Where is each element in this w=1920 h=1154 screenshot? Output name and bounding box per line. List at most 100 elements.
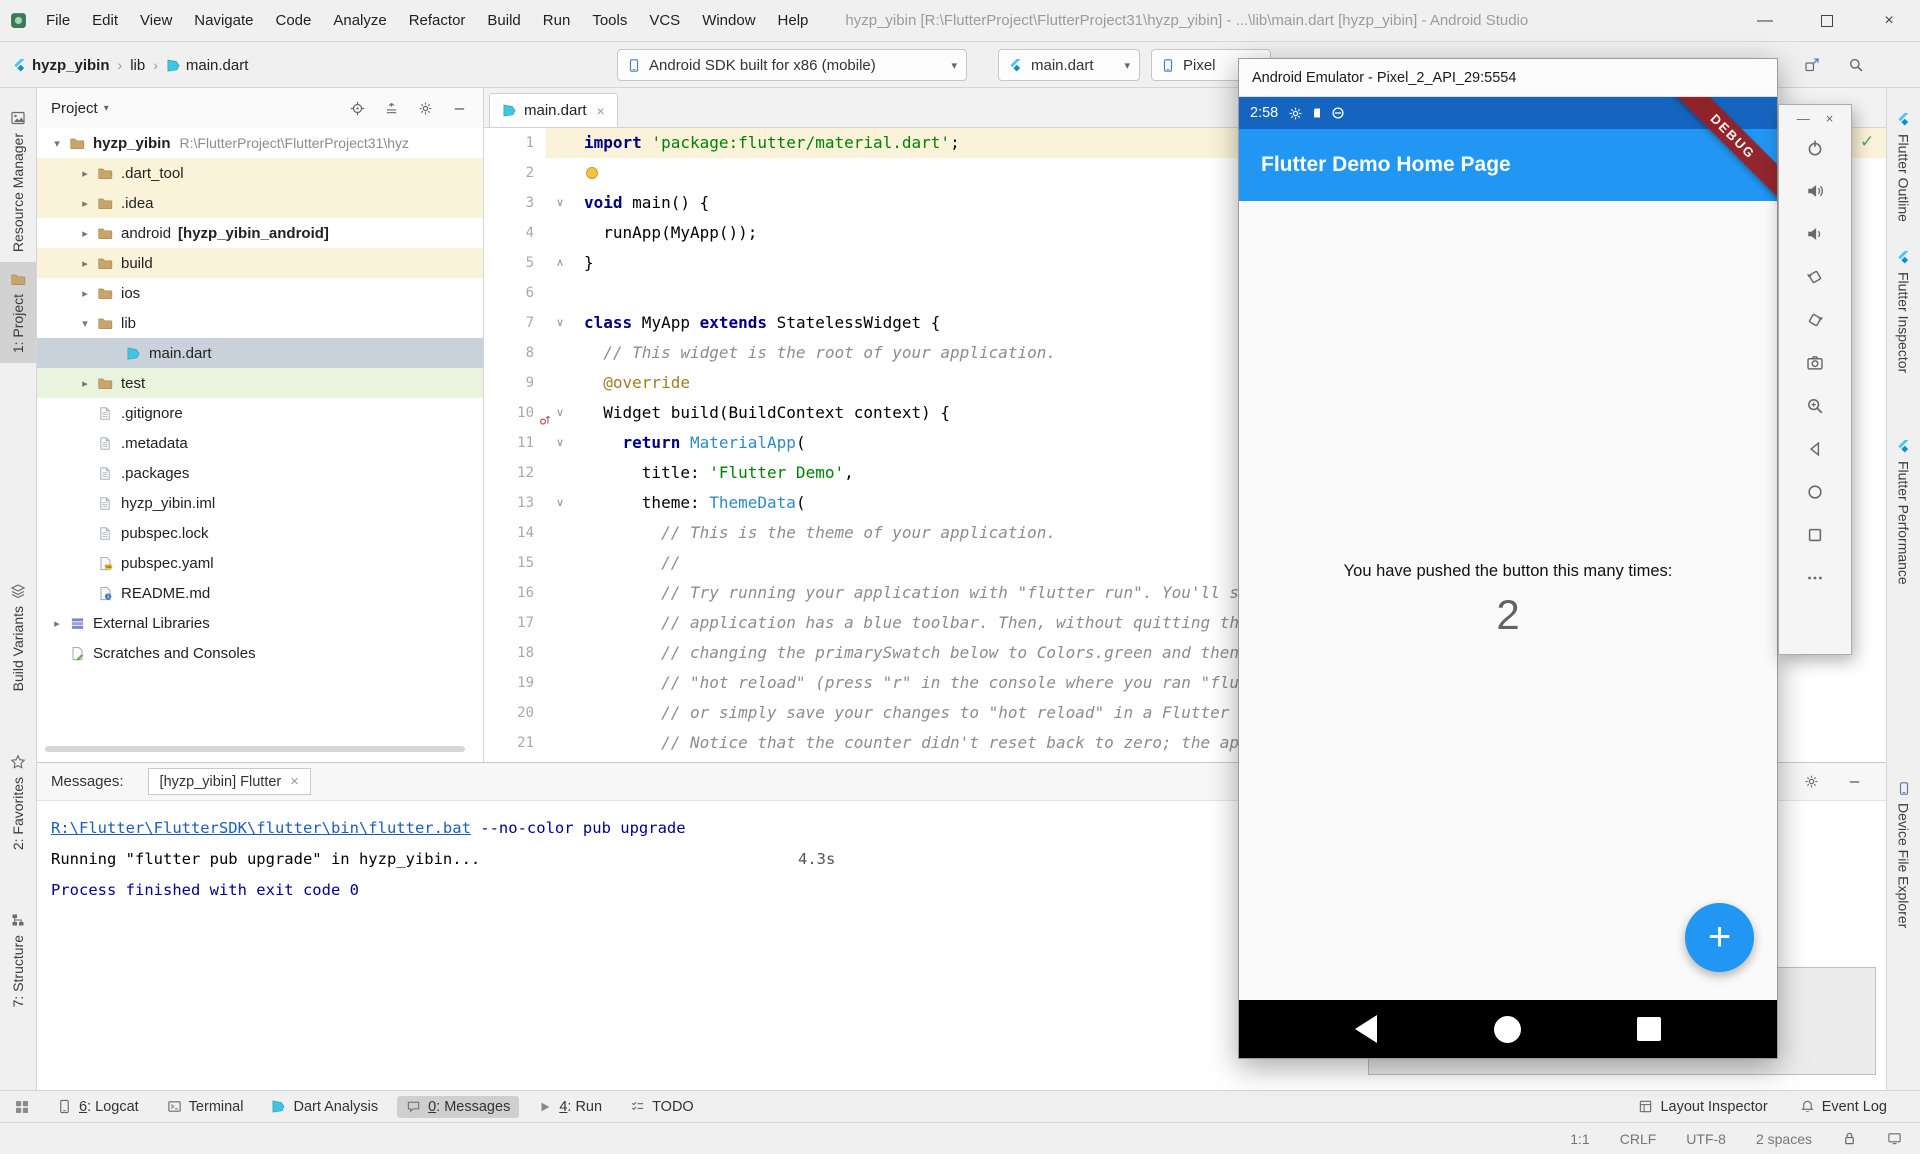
tree-item-idea[interactable]: ▸.idea (37, 188, 483, 218)
tree-item-lib[interactable]: ▾lib (37, 308, 483, 338)
more-button[interactable] (1801, 564, 1829, 592)
menu-refactor[interactable]: Refactor (398, 0, 477, 42)
tab-main-dart[interactable]: main.dart × (489, 93, 618, 127)
run-config-selector[interactable]: main.dart ▾ (998, 49, 1140, 81)
caret-position[interactable]: 1:1 (1570, 1131, 1589, 1147)
menu-tools[interactable]: Tools (581, 0, 638, 42)
back-button[interactable] (1801, 435, 1829, 463)
chevron-icon[interactable]: ▸ (75, 377, 95, 390)
hide-icon[interactable] (452, 101, 467, 116)
tree-item-metadata[interactable]: .metadata (37, 428, 483, 458)
tree-item-main-dart[interactable]: main.dart (37, 338, 483, 368)
nav-back-button[interactable] (1355, 1015, 1377, 1043)
breadcrumb-item-main-dart[interactable]: main.dart (166, 57, 249, 74)
tree-item-ios[interactable]: ▸ios (37, 278, 483, 308)
tree-item-pubspec-yaml[interactable]: YMLpubspec.yaml (37, 548, 483, 578)
search-icon[interactable] (1844, 53, 1868, 77)
breadcrumb-item-hyzp-yibin[interactable]: hyzp_yibin (12, 57, 110, 74)
fab-add-button[interactable]: + (1685, 903, 1754, 972)
menu-vcs[interactable]: VCS (638, 0, 691, 42)
menu-help[interactable]: Help (767, 0, 820, 42)
menu-edit[interactable]: Edit (81, 0, 129, 42)
chevron-icon[interactable]: ▸ (75, 167, 95, 180)
toolwindow-messages[interactable]: 0: Messages (397, 1096, 519, 1118)
fold-marker-icon[interactable]: ∧ (556, 248, 564, 278)
zoom-button[interactable] (1801, 392, 1829, 420)
toolwindow-dart-analysis[interactable]: Dart Analysis (262, 1096, 387, 1118)
rotate-left-button[interactable] (1801, 263, 1829, 291)
settings-gear-icon[interactable] (1804, 774, 1819, 789)
tree-item-android[interactable]: ▸android[hyzp_yibin_android] (37, 218, 483, 248)
tree-item-packages[interactable]: .packages (37, 458, 483, 488)
nav-overview-button[interactable] (1637, 1017, 1661, 1041)
inspections-ok-icon[interactable]: ✓ (1860, 132, 1874, 152)
tree-item-build[interactable]: ▸build (37, 248, 483, 278)
menu-run[interactable]: Run (532, 0, 582, 42)
horizontal-scrollbar[interactable] (45, 746, 465, 752)
chevron-icon[interactable]: ▾ (47, 137, 67, 150)
device-selector[interactable]: Android SDK built for x86 (mobile) ▾ (617, 49, 967, 81)
volume-up-button[interactable] (1801, 177, 1829, 205)
close-button[interactable]: × (1858, 0, 1920, 42)
fold-marker-icon[interactable]: ∨ (556, 398, 564, 428)
tree-item-external-libraries[interactable]: ▸External Libraries (37, 608, 483, 638)
tree-item-pubspec-lock[interactable]: pubspec.lock (37, 518, 483, 548)
chevron-icon[interactable]: ▸ (75, 287, 95, 300)
fold-marker-icon[interactable]: ∨ (556, 488, 564, 518)
indent-setting[interactable]: 2 spaces (1756, 1131, 1812, 1147)
menu-code[interactable]: Code (264, 0, 322, 42)
menu-build[interactable]: Build (476, 0, 531, 42)
tree-item-hyzp-yibin-iml[interactable]: hyzp_yibin.iml (37, 488, 483, 518)
console-file-link[interactable]: R:\Flutter\FlutterSDK\flutter\bin\flutte… (51, 819, 471, 837)
emulator-title-bar[interactable]: Android Emulator - Pixel_2_API_29:5554 (1239, 59, 1777, 97)
menu-window[interactable]: Window (691, 0, 766, 42)
tree-item-dart-tool[interactable]: ▸.dart_tool (37, 158, 483, 188)
menu-view[interactable]: View (129, 0, 183, 42)
toolwindow-button-build-variants[interactable]: Build Variants (0, 573, 36, 701)
minimize-button[interactable]: — (1734, 0, 1796, 42)
chevron-icon[interactable]: ▸ (75, 257, 95, 270)
messages-tab[interactable]: [hyzp_yibin] Flutter × (148, 768, 311, 795)
toolwindow-button-2-favorites[interactable]: 2: Favorites (0, 744, 36, 860)
locate-icon[interactable] (350, 101, 365, 116)
chevron-down-icon[interactable]: ▾ (104, 103, 109, 114)
notifications-icon[interactable] (1887, 1131, 1902, 1146)
chevron-icon[interactable]: ▾ (75, 317, 95, 330)
tree-item-test[interactable]: ▸test (37, 368, 483, 398)
toolwindow-button-7-structure[interactable]: 7: Structure (0, 902, 36, 1017)
fold-marker-icon[interactable]: ∨ (556, 188, 564, 218)
emulator-minimize-button[interactable]: — (1797, 111, 1810, 126)
volume-down-button[interactable] (1801, 220, 1829, 248)
chevron-icon[interactable]: ▸ (75, 197, 95, 210)
toolwindow-layout-inspector[interactable]: Layout Inspector (1629, 1096, 1776, 1118)
attach-debugger-icon[interactable] (1800, 53, 1824, 77)
nav-home-button[interactable] (1494, 1016, 1521, 1043)
file-encoding[interactable]: UTF-8 (1686, 1131, 1726, 1147)
toolwindow-button-flutter-outline[interactable]: Flutter Outline (1887, 102, 1920, 232)
overview-button[interactable] (1801, 521, 1829, 549)
chevron-icon[interactable]: ▸ (47, 617, 67, 630)
close-tab-icon[interactable]: × (290, 774, 298, 790)
menu-analyze[interactable]: Analyze (322, 0, 397, 42)
menu-file[interactable]: File (35, 0, 81, 42)
breadcrumb-item-lib[interactable]: lib (130, 57, 145, 74)
toolwindow-run[interactable]: 4: Run (529, 1096, 611, 1118)
toolwindow-event-log[interactable]: Event Log (1791, 1096, 1896, 1118)
intention-bulb-icon[interactable] (586, 167, 598, 179)
hide-panel-icon[interactable] (1847, 774, 1862, 789)
tree-item-readme-md[interactable]: iREADME.md (37, 578, 483, 608)
home-button[interactable] (1801, 478, 1829, 506)
toolwindow-button-flutter-performance[interactable]: Flutter Performance (1887, 429, 1920, 595)
toolwindow-todo[interactable]: TODO (621, 1096, 703, 1118)
fold-marker-icon[interactable]: ∨ (556, 308, 564, 338)
toolwindow-logcat[interactable]: 6: Logcat (48, 1096, 148, 1118)
toolwindow-terminal[interactable]: Terminal (158, 1096, 253, 1118)
tree-item-gitignore[interactable]: .gitignore (37, 398, 483, 428)
close-tab-icon[interactable]: × (597, 103, 605, 119)
emulator-close-button[interactable]: × (1826, 111, 1834, 126)
rotate-right-button[interactable] (1801, 306, 1829, 334)
collapse-all-icon[interactable] (384, 101, 399, 116)
chevron-icon[interactable]: ▸ (75, 227, 95, 240)
menu-navigate[interactable]: Navigate (183, 0, 264, 42)
fold-marker-icon[interactable]: ∨ (556, 428, 564, 458)
